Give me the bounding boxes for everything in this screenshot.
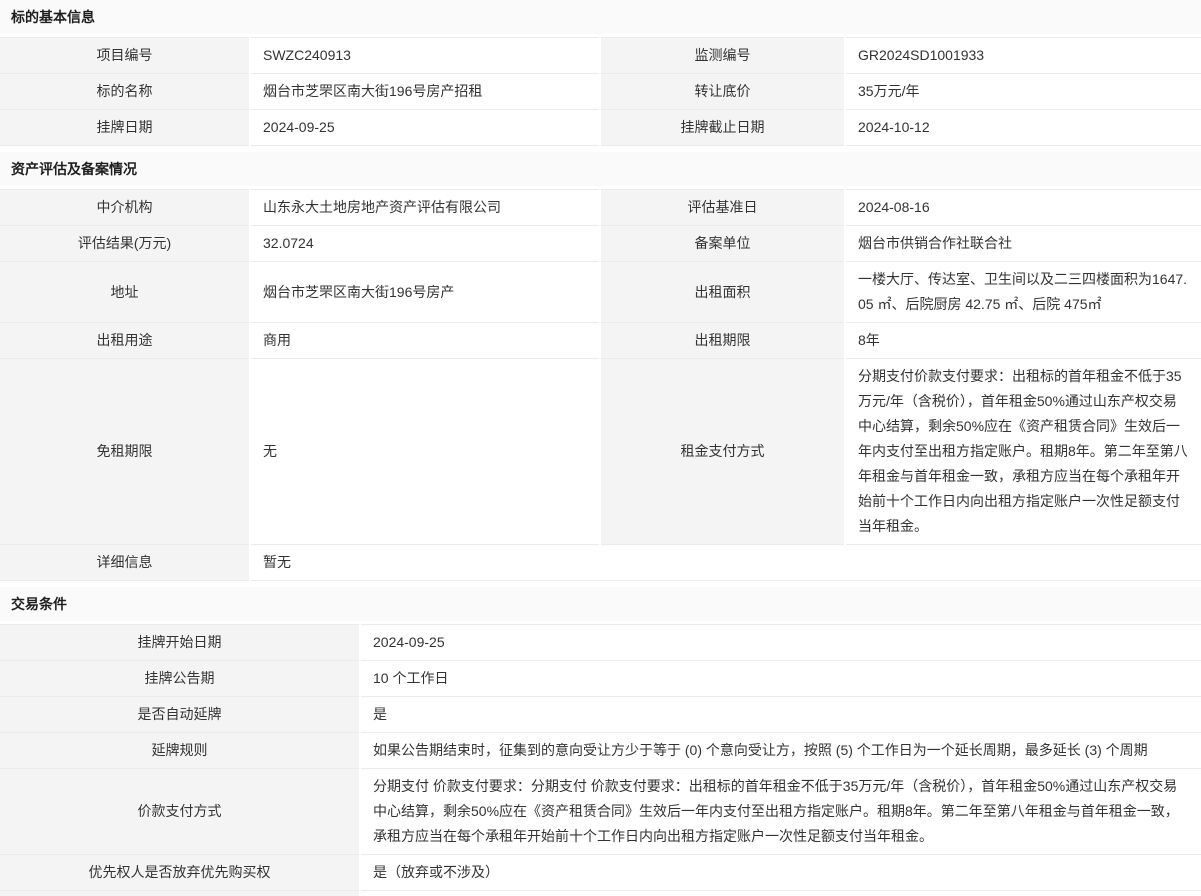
field-label: 租金支付方式	[600, 359, 845, 545]
field-label: 价款支付方式	[0, 769, 360, 855]
field-value: 8年	[845, 323, 1201, 359]
field-label: 评估基准日	[600, 190, 845, 226]
table-row: 优先权人是否放弃优先购买权 是（放弃或不涉及）	[0, 855, 1201, 891]
field-value: SWZC240913	[250, 38, 600, 74]
field-label: 项目编号	[0, 38, 250, 74]
field-value: 是（放弃或不涉及）	[360, 855, 1201, 891]
field-label: 评估结果(万元)	[0, 226, 250, 262]
field-label: 优先权人是否放弃优先购买权	[0, 855, 360, 891]
field-label: 延牌规则	[0, 733, 360, 769]
table-row: 地址 烟台市芝罘区南大街196号房产 出租面积 一楼大厅、传达室、卫生间以及二三…	[0, 262, 1201, 323]
field-label: 是否自动延牌	[0, 697, 360, 733]
trade-conditions-table: 挂牌开始日期 2024-09-25 挂牌公告期 10 个工作日 是否自动延牌 是…	[0, 624, 1201, 896]
table-row: 出租用途 商用 出租期限 8年	[0, 323, 1201, 359]
field-label: 免租期限	[0, 359, 250, 545]
field-value: 是	[360, 697, 1201, 733]
field-label: 备案单位	[600, 226, 845, 262]
field-label: 挂牌公告期	[0, 661, 360, 697]
field-label: 转让底价	[600, 74, 845, 110]
field-value: 无	[250, 359, 600, 545]
section-title-basic-info: 标的基本信息	[0, 0, 1201, 34]
asset-evaluation-table: 中介机构 山东永大土地房地产资产评估有限公司 评估基准日 2024-08-16 …	[0, 189, 1201, 581]
field-value: 一楼大厅、传达室、卫生间以及二三四楼面积为1647.05 ㎡、后院厨房 42.7…	[845, 262, 1201, 323]
field-value: 2024-09-25	[360, 625, 1201, 661]
field-label: 出租用途	[0, 323, 250, 359]
table-row: 评估结果(万元) 32.0724 备案单位 烟台市供销合作社联合社	[0, 226, 1201, 262]
field-value: 如果公告期结束时，征集到的意向受让方少于等于 (0) 个意向受让方，按照 (5)…	[360, 733, 1201, 769]
field-value: 分期支付价款支付要求：出租标的首年租金不低于35万元/年（含税价），首年租金50…	[845, 359, 1201, 545]
field-label: 监测编号	[600, 38, 845, 74]
field-value: 2024-09-25	[250, 110, 600, 146]
table-row: 延牌规则 如果公告期结束时，征集到的意向受让方少于等于 (0) 个意向受让方，按…	[0, 733, 1201, 769]
table-row: 挂牌日期 2024-09-25 挂牌截止日期 2024-10-12	[0, 110, 1201, 146]
field-value: 烟台市芝罘区南大街196号房产招租	[250, 74, 600, 110]
field-label: 出租期限	[600, 323, 845, 359]
table-row: 挂牌开始日期 2024-09-25	[0, 625, 1201, 661]
table-row: 免租期限 无 租金支付方式 分期支付价款支付要求：出租标的首年租金不低于35万元…	[0, 359, 1201, 545]
table-row: 挂牌公告期 10 个工作日	[0, 661, 1201, 697]
field-value	[360, 891, 1201, 896]
field-label: 出租面积	[600, 262, 845, 323]
section-basic-info: 标的基本信息 项目编号 SWZC240913 监测编号 GR2024SD1001…	[0, 0, 1201, 146]
table-row: 是否自动延牌 是	[0, 697, 1201, 733]
field-label	[0, 891, 360, 896]
field-value: 烟台市供销合作社联合社	[845, 226, 1201, 262]
field-value: 商用	[250, 323, 600, 359]
field-label: 挂牌截止日期	[600, 110, 845, 146]
field-value: 35万元/年	[845, 74, 1201, 110]
field-label: 挂牌开始日期	[0, 625, 360, 661]
section-title-trade-conditions: 交易条件	[0, 587, 1201, 621]
field-label: 详细信息	[0, 545, 250, 581]
field-label: 地址	[0, 262, 250, 323]
basic-info-table: 项目编号 SWZC240913 监测编号 GR2024SD1001933 标的名…	[0, 37, 1201, 146]
field-value: GR2024SD1001933	[845, 38, 1201, 74]
table-row: 价款支付方式 分期支付 价款支付要求：分期支付 价款支付要求：出租标的首年租金不…	[0, 769, 1201, 855]
field-value: 山东永大土地房地产资产评估有限公司	[250, 190, 600, 226]
field-value: 32.0724	[250, 226, 600, 262]
section-trade-conditions: 交易条件 挂牌开始日期 2024-09-25 挂牌公告期 10 个工作日 是否自…	[0, 587, 1201, 896]
section-title-asset-evaluation: 资产评估及备案情况	[0, 152, 1201, 186]
field-value: 2024-08-16	[845, 190, 1201, 226]
field-value: 2024-10-12	[845, 110, 1201, 146]
field-value: 烟台市芝罘区南大街196号房产	[250, 262, 600, 323]
field-value: 暂无	[250, 545, 1201, 581]
table-row: 中介机构 山东永大土地房地产资产评估有限公司 评估基准日 2024-08-16	[0, 190, 1201, 226]
field-label: 标的名称	[0, 74, 250, 110]
table-row: 详细信息 暂无	[0, 545, 1201, 581]
table-row-partial	[0, 891, 1201, 896]
table-row: 标的名称 烟台市芝罘区南大街196号房产招租 转让底价 35万元/年	[0, 74, 1201, 110]
field-value: 10 个工作日	[360, 661, 1201, 697]
field-label: 中介机构	[0, 190, 250, 226]
field-value: 分期支付 价款支付要求：分期支付 价款支付要求：出租标的首年租金不低于35万元/…	[360, 769, 1201, 855]
section-asset-evaluation: 资产评估及备案情况 中介机构 山东永大土地房地产资产评估有限公司 评估基准日 2…	[0, 152, 1201, 581]
field-label: 挂牌日期	[0, 110, 250, 146]
table-row: 项目编号 SWZC240913 监测编号 GR2024SD1001933	[0, 38, 1201, 74]
